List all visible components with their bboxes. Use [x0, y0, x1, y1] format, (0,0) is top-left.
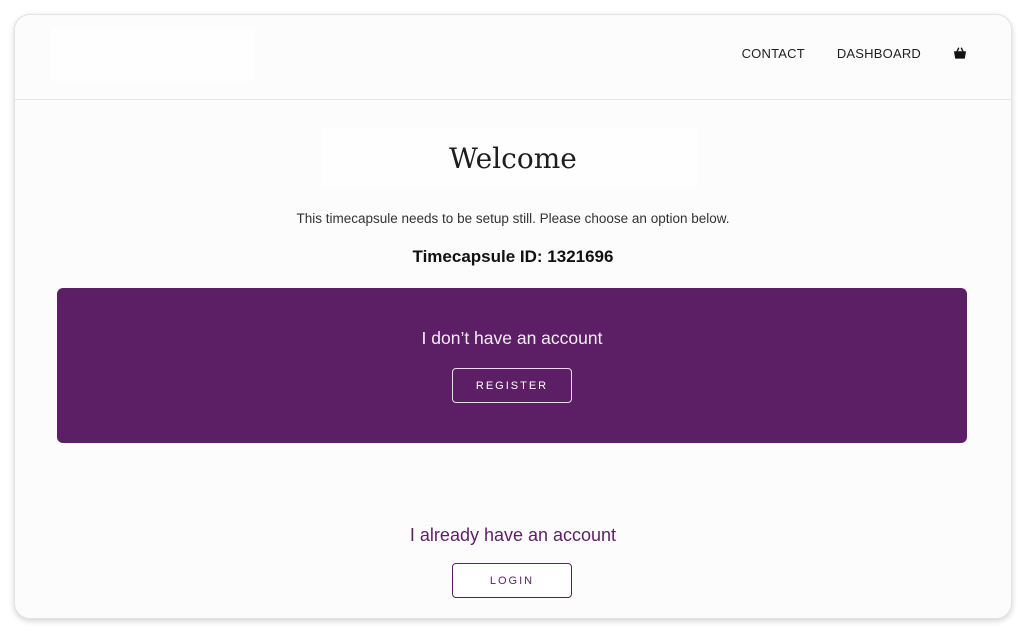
browser-frame: CONTACT DASHBOARD Welcome This timecapsu… [14, 14, 1012, 619]
nav-link-contact[interactable]: CONTACT [742, 46, 805, 61]
main-nav: CONTACT DASHBOARD [742, 42, 967, 64]
register-panel-heading: I don’t have an account [421, 328, 603, 348]
setup-instructions: This timecapsule needs to be setup still… [296, 211, 730, 226]
register-panel: I don’t have an account REGISTER [57, 288, 967, 443]
login-button[interactable]: LOGIN [452, 563, 572, 598]
main-content: Welcome This timecapsule needs to be set… [15, 100, 1011, 618]
nav-link-dashboard[interactable]: DASHBOARD [837, 46, 921, 61]
shopping-basket-icon[interactable] [953, 46, 967, 60]
login-section-heading: I already have an account [409, 525, 617, 545]
site-header: CONTACT DASHBOARD [15, 15, 1011, 100]
page-title: Welcome [449, 142, 577, 175]
register-button[interactable]: REGISTER [452, 368, 572, 403]
logo-placeholder[interactable] [51, 27, 255, 81]
timecapsule-id: Timecapsule ID: 1321696 [412, 247, 614, 266]
